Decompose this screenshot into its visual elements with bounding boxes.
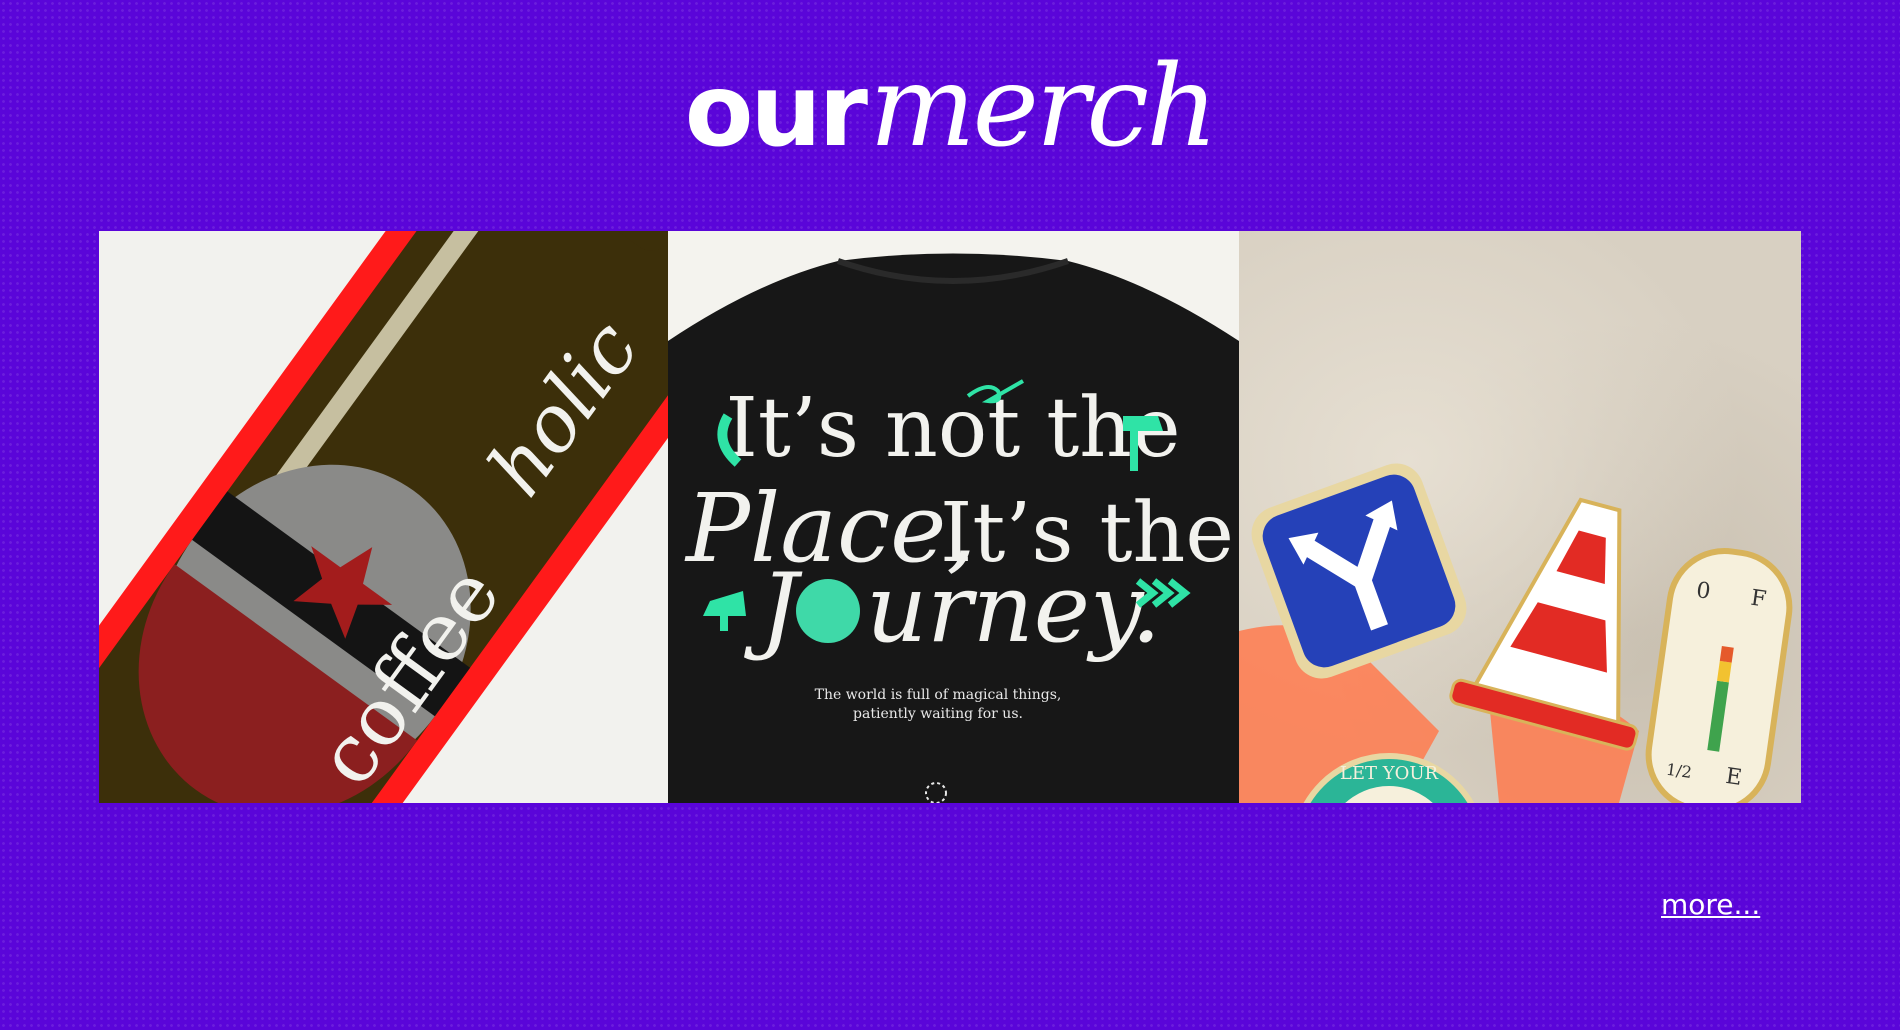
title-word-our: our: [684, 52, 868, 169]
merch-item-coffeeholic-sticker[interactable]: coffee holic: [99, 231, 668, 803]
fuel-gauge-pin: 0 F E 1/2: [1645, 548, 1793, 803]
merch-gallery: coffee holic It’s not the Place, It’s th…: [99, 231, 1801, 803]
globe-icon: [796, 579, 860, 643]
section-title: our merch: [0, 42, 1900, 172]
headline-line1: It’s not the: [725, 381, 1180, 476]
enamel-pins-image: 0 F E 1/2 LET YOUR: [1239, 463, 1793, 803]
svg-text:1/2: 1/2: [1665, 760, 1693, 782]
caption-line2: patiently waiting for us.: [853, 706, 1023, 722]
merch-item-journey-tshirt[interactable]: It’s not the Place, It’s the J urney. Th…: [668, 231, 1239, 803]
coffeeholic-sticker-image: coffee holic: [99, 231, 668, 803]
merch-item-enamel-pins[interactable]: 0 F E 1/2 LET YOUR: [1239, 231, 1801, 803]
journey-tshirt-image: It’s not the Place, It’s the J urney. Th…: [668, 253, 1239, 803]
headline-urney: urney.: [866, 554, 1161, 664]
svg-text:LET YOUR: LET YOUR: [1340, 763, 1439, 784]
caption-line1: The world is full of magical things,: [815, 687, 1062, 703]
title-word-merch: merch: [869, 42, 1218, 172]
more-link[interactable]: more...: [1661, 888, 1760, 921]
